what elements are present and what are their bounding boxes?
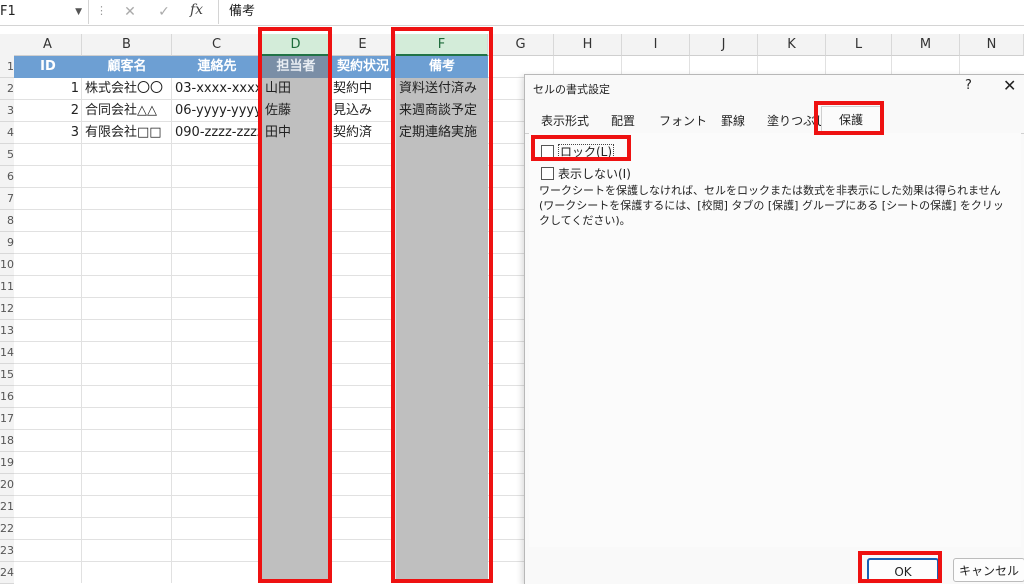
table-cell[interactable]: 契約中 [330, 78, 396, 100]
dialog-tabs: 表示形式 配置 フォント 罫線 塗りつぶし 保護 [525, 106, 1024, 134]
table-header-cell[interactable]: 連絡先 [172, 56, 262, 78]
table-cell[interactable]: 3 [14, 122, 82, 144]
table-cell[interactable]: 契約済 [330, 122, 396, 144]
tab-protection[interactable]: 保護 [821, 106, 881, 132]
row-header-10[interactable]: 10 [0, 254, 14, 276]
row-header-14[interactable]: 14 [0, 342, 14, 364]
table-cell[interactable]: 2 [14, 100, 82, 122]
table-header-cell[interactable]: 顧客名 [82, 56, 172, 78]
row-header-12[interactable]: 12 [0, 298, 14, 320]
column-header-g[interactable]: G [488, 34, 554, 56]
row-header-18[interactable]: 18 [0, 430, 14, 452]
tab-fill[interactable]: 塗りつぶし [767, 112, 827, 129]
row-header-3[interactable]: 3 [0, 100, 14, 122]
row-header-2[interactable]: 2 [0, 78, 14, 100]
row-header-5[interactable]: 5 [0, 144, 14, 166]
table-cell[interactable]: 佐藤 [262, 100, 330, 122]
formula-bar: F1 ▼ ⋮ ✕ ✓ fx 備考 [0, 0, 1024, 26]
table-header-cell[interactable]: 担当者 [262, 56, 330, 78]
enter-entry-icon[interactable]: ✓ [154, 3, 174, 21]
hide-checkbox-label: 表示しない(I) [558, 167, 631, 181]
column-header-k[interactable]: K [758, 34, 826, 56]
help-icon[interactable]: ? [965, 78, 972, 93]
tab-number-format[interactable]: 表示形式 [541, 112, 589, 129]
column-header-c[interactable]: C [172, 34, 262, 56]
row-header-20[interactable]: 20 [0, 474, 14, 496]
formula-input[interactable]: 備考 [218, 0, 1019, 24]
column-header-f[interactable]: F [396, 34, 488, 56]
name-box[interactable]: F1 ▼ [0, 0, 89, 24]
row-header-22[interactable]: 22 [0, 518, 14, 540]
tab-alignment[interactable]: 配置 [611, 112, 635, 129]
column-header-m[interactable]: M [892, 34, 960, 56]
table-header-cell[interactable]: 契約状況 [330, 56, 396, 78]
row-header-9[interactable]: 9 [0, 232, 14, 254]
column-header-b[interactable]: B [82, 34, 172, 56]
row-header-15[interactable]: 15 [0, 364, 14, 386]
column-header-h[interactable]: H [554, 34, 622, 56]
formula-bar-separator: ⋮ [96, 4, 107, 17]
tab-border[interactable]: 罫線 [721, 112, 745, 129]
select-all-corner[interactable] [0, 34, 14, 57]
dialog-title: セルの書式設定 [533, 83, 610, 96]
table-cell[interactable]: 定期連絡実施 [396, 122, 488, 144]
table-cell[interactable]: 1 [14, 78, 82, 100]
table-cell[interactable]: 090-zzzz-zzzz [172, 122, 262, 144]
row-header-11[interactable]: 11 [0, 276, 14, 298]
row-header-7[interactable]: 7 [0, 188, 14, 210]
table-cell[interactable]: 田中 [262, 122, 330, 144]
chevron-down-icon[interactable]: ▼ [75, 0, 82, 24]
table-cell[interactable]: 見込み [330, 100, 396, 122]
column-header-d[interactable]: D [262, 34, 330, 56]
table-header-cell[interactable]: ID [14, 56, 82, 78]
protection-note: ワークシートを保護しなければ、セルをロックまたは数式を非表示にした効果は得られま… [539, 184, 1004, 227]
row-header-19[interactable]: 19 [0, 452, 14, 474]
row-header-24[interactable]: 24 [0, 562, 14, 584]
table-cell[interactable]: 03-xxxx-xxxx [172, 78, 262, 100]
row-header-13[interactable]: 13 [0, 320, 14, 342]
row-header-23[interactable]: 23 [0, 540, 14, 562]
tab-font[interactable]: フォント [659, 112, 707, 129]
row-header-16[interactable]: 16 [0, 386, 14, 408]
column-header-i[interactable]: I [622, 34, 690, 56]
table-cell[interactable]: 有限会社□□ [82, 122, 172, 144]
column-header-j[interactable]: J [690, 34, 758, 56]
table-cell[interactable]: 06-yyyy-yyyy [172, 100, 262, 122]
row-header-4[interactable]: 4 [0, 122, 14, 144]
hide-checkbox[interactable]: 表示しない(I) [541, 165, 631, 182]
hide-checkbox-box[interactable] [541, 167, 554, 180]
column-header-l[interactable]: L [826, 34, 892, 56]
row-header-1[interactable]: 1 [0, 56, 14, 78]
column-header-e[interactable]: E [330, 34, 396, 56]
name-box-value: F1 [0, 4, 16, 19]
table-cell[interactable]: 来週商談予定 [396, 100, 488, 122]
row-header-6[interactable]: 6 [0, 166, 14, 188]
lock-checkbox-box[interactable] [541, 145, 554, 158]
table-cell[interactable]: 資料送付済み [396, 78, 488, 100]
cancel-entry-icon[interactable]: ✕ [120, 3, 140, 21]
lock-checkbox[interactable]: ロック(L) [541, 143, 615, 160]
row-header-8[interactable]: 8 [0, 210, 14, 232]
column-header-a[interactable]: A [14, 34, 82, 56]
row-header-17[interactable]: 17 [0, 408, 14, 430]
cancel-button[interactable]: キャンセル [953, 558, 1024, 582]
column-header-n[interactable]: N [960, 34, 1024, 56]
insert-function-button[interactable]: fx [190, 2, 203, 18]
table-cell[interactable]: 合同会社△△ [82, 100, 172, 122]
table-cell[interactable]: 株式会社〇〇 [82, 78, 172, 100]
table-cell[interactable]: 山田 [262, 78, 330, 100]
table-header-cell[interactable]: 備考 [396, 56, 488, 78]
row-header-21[interactable]: 21 [0, 496, 14, 518]
format-cells-dialog: セルの書式設定 ? ✕ 表示形式 配置 フォント 罫線 塗りつぶし 保護 ロック… [524, 74, 1024, 584]
close-icon[interactable]: ✕ [1003, 76, 1016, 95]
lock-checkbox-label: ロック(L) [558, 144, 615, 160]
ok-button[interactable]: OK [867, 558, 939, 582]
